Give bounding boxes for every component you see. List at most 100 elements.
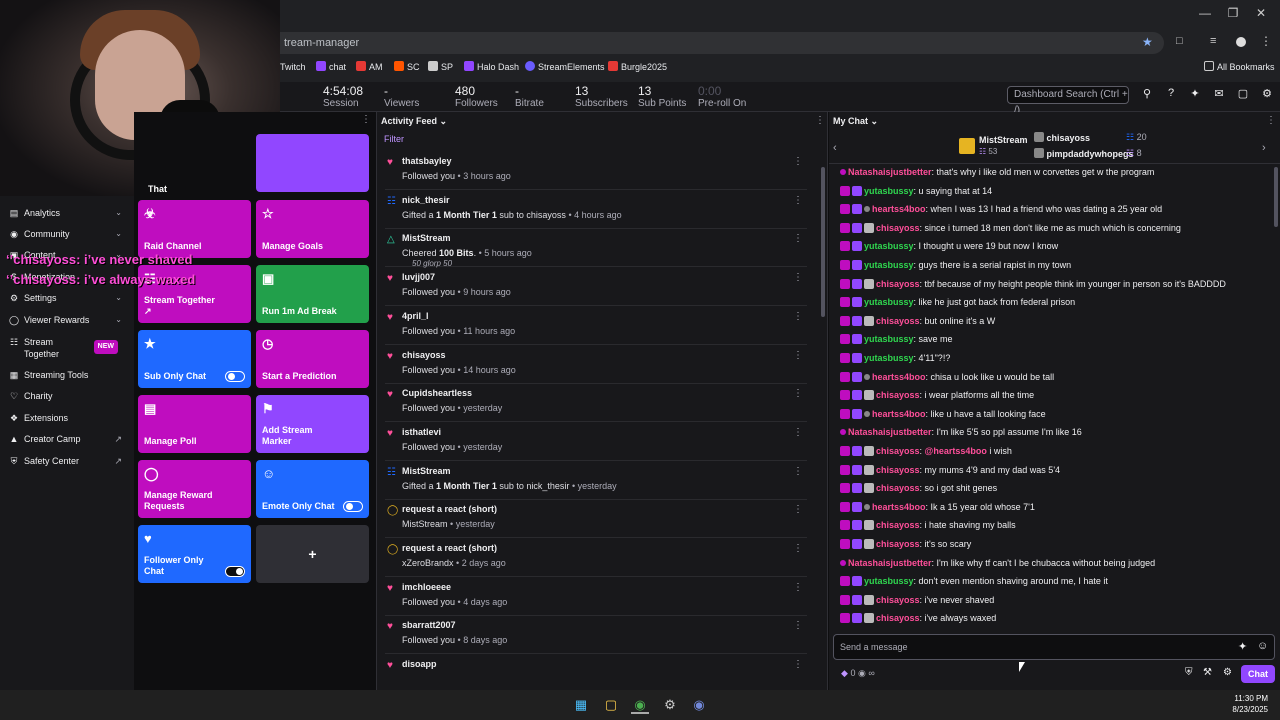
sidebar-item-safety-center[interactable]: ⛨ Safety Center ↗ [8, 452, 126, 470]
chat-message[interactable]: chisayoss: i hate shaving my balls [840, 516, 1016, 534]
chat-message[interactable]: yutasbussy: like he just got back from f… [840, 293, 1075, 311]
chat-username[interactable]: chisayoss [876, 520, 920, 530]
more-options-icon[interactable]: ⋮ [793, 582, 803, 593]
more-options-icon[interactable]: ⋮ [793, 195, 803, 206]
more-options-icon[interactable]: ⋮ [793, 156, 803, 167]
scrollbar[interactable] [821, 167, 825, 317]
chat-input[interactable]: Send a message [833, 634, 1275, 660]
help-icon[interactable]: ? [1164, 87, 1178, 101]
feed-item[interactable]: ♥ imchloeeee Followed you • 4 days ago ⋮ [385, 578, 807, 616]
bookmark-burgle2025[interactable]: Burgle2025 [608, 58, 667, 76]
bookmark-twitch[interactable]: Twitch [280, 58, 306, 76]
more-options-icon[interactable]: ⋮ [793, 620, 803, 631]
minimize-icon[interactable]: — [1198, 6, 1212, 20]
chat-username[interactable]: yutasbussy [864, 353, 914, 363]
feed-item[interactable]: ♥ Cupidsheartless Followed you • yesterday… [385, 384, 807, 423]
shield-icon[interactable]: ⛨ [1185, 667, 1193, 678]
chat-message[interactable]: heartss4boo: chisa u look like u would b… [840, 368, 1054, 386]
chat-message[interactable]: chisayoss: so i got shit genes [840, 479, 997, 497]
chat-send-button[interactable]: Chat [1241, 665, 1275, 683]
restore-icon[interactable]: ❐ [1226, 6, 1240, 20]
chat-message[interactable]: chisayoss: my mums 4'9 and my dad was 5'… [840, 461, 1060, 479]
chat-username[interactable]: chisayoss [876, 595, 920, 605]
chat-message[interactable]: yutasbussy: 4'11"?!? [840, 349, 950, 367]
chat-username[interactable]: chisayoss [876, 223, 920, 233]
emote-only-toggle[interactable] [343, 501, 363, 512]
chat-username[interactable]: chisayoss [876, 613, 920, 623]
emote-only-chat-button[interactable]: ☺ Emote Only Chat [256, 460, 369, 518]
scrollbar[interactable] [1274, 167, 1278, 227]
sidebar-item-streaming-tools[interactable]: ▦ Streaming Tools [8, 366, 126, 384]
chat-message[interactable]: yutasbussy: don't even mention shaving a… [840, 572, 1108, 590]
bookmark-chat[interactable]: chat [316, 58, 346, 76]
feed-item[interactable]: ♥ luvjj007 Followed you • 9 hours ago ⋮ [385, 268, 807, 307]
chat-username[interactable]: Natashaisjustbetter [848, 427, 932, 437]
chat-username[interactable]: chisayoss [876, 316, 920, 326]
chat-message[interactable]: chisayoss: tbf because of my height peop… [840, 275, 1226, 293]
settings-icon[interactable]: ⚙ [1260, 87, 1274, 101]
emote-picker-icon[interactable]: ☺ [1257, 640, 1268, 652]
windows-start-icon[interactable]: ▦ [572, 696, 590, 714]
more-options-icon[interactable]: ⋮ [793, 272, 803, 283]
profile-avatar[interactable] [1236, 37, 1246, 47]
chevron-right-icon[interactable]: › [1262, 142, 1266, 154]
add-stream-marker-button[interactable]: ⚑ Add Stream Marker [256, 395, 369, 453]
sidebar-item-extensions[interactable]: ❖ Extensions [8, 409, 126, 427]
sub-only-chat-button[interactable]: ★ Sub Only Chat [138, 330, 251, 388]
chat-message[interactable]: chisayoss: since i turned 18 men don't l… [840, 219, 1181, 237]
sidebar-item-creator-camp[interactable]: ▲ Creator Camp ↗ [8, 430, 126, 448]
sidebar-item-charity[interactable]: ♡ Charity [8, 387, 126, 405]
chat-message[interactable]: yutasbussy: u saying that at 14 [840, 182, 992, 200]
inbox-icon[interactable]: ✉ [1212, 87, 1226, 101]
chat-message[interactable]: heartss4boo: Ik a 15 year old whose 7'1 [840, 498, 1035, 516]
feed-item[interactable]: ♥ disoapp ⋮ [385, 655, 807, 694]
mod-tools-icon[interactable]: ⚒ [1203, 667, 1212, 678]
chat-message[interactable]: chisayoss: i wear platforms all the time [840, 386, 1034, 404]
magic-icon[interactable]: ✦ [1238, 640, 1247, 653]
bookmark-halo-dash[interactable]: Halo Dash [464, 58, 519, 76]
more-options-icon[interactable]: ⋮ [793, 427, 803, 438]
media-icon[interactable]: ≡ [1210, 35, 1216, 47]
chat-settings-icon[interactable]: ⚙ [1223, 667, 1232, 678]
quick-action-head[interactable]: That [148, 134, 369, 194]
more-options-icon[interactable]: ⋮ [361, 114, 371, 125]
manage-poll-button[interactable]: ▤ Manage Poll [138, 395, 251, 453]
chat-username[interactable]: heartss4boo [872, 204, 926, 214]
feed-item[interactable]: ♥ thatsbayley Followed you • 3 hours ago ⋮ [385, 152, 807, 190]
feed-item[interactable]: △ MistStream Cheered 100 Bits. • 5 hours a… [385, 229, 807, 268]
sidebar-item-viewer-rewards[interactable]: ◯ Viewer Rewards ⌄ [8, 311, 126, 329]
add-action-button[interactable]: + [256, 525, 369, 583]
chat-username[interactable]: chisayoss [876, 390, 920, 400]
channel-points[interactable]: ◆ 0 ◉ ∞ [841, 668, 875, 679]
close-icon[interactable]: ✕ [1254, 6, 1268, 20]
sidebar-item-analytics[interactable]: ▤ Analytics ⌄ [8, 204, 126, 222]
chat-username[interactable]: chisayoss [876, 465, 920, 475]
chat-username[interactable]: Natashaisjustbetter [848, 558, 932, 568]
more-options-icon[interactable]: ⋮ [815, 115, 825, 126]
sidebar-item-stream-together[interactable]: ☷ Stream Together NEW [8, 336, 126, 362]
feed-item[interactable]: ♥ chisayoss Followed you • 14 hours ago ⋮ [385, 346, 807, 384]
more-options-icon[interactable]: ⋮ [793, 350, 803, 361]
chat-username[interactable]: yutasbussy [864, 297, 914, 307]
chat-mention[interactable]: @heartss4boo [925, 446, 987, 456]
manage-reward-requests-button[interactable]: ◯ Manage Reward Requests [138, 460, 251, 518]
chat-message[interactable]: yutasbussy: I thought u were 19 but now … [840, 237, 1058, 255]
bookmark-sp[interactable]: SP [428, 58, 453, 76]
feed-item[interactable]: ☷ MistStream Gifted a 1 Month Tier 1 sub t… [385, 462, 807, 500]
sidebar-item-settings[interactable]: ⚙ Settings ⌄ [8, 289, 126, 307]
feed-item[interactable]: ◯ request a react (short) xZeroBrandx • 2 … [385, 539, 807, 577]
bookmark-am[interactable]: AM [356, 58, 383, 76]
feed-item[interactable]: ☷ nick_thesir Gifted a 1 Month Tier 1 sub … [385, 191, 807, 229]
chat-message[interactable]: Natashaisjustbetter: I'm like 5'5 so ppl… [840, 423, 1082, 441]
chat-username[interactable]: chisayoss [876, 279, 920, 289]
chat-username[interactable]: chisayoss [876, 539, 920, 549]
more-options-icon[interactable]: ⋮ [793, 504, 803, 515]
chat-message[interactable]: Natashaisjustbetter: that's why i like o… [840, 163, 1154, 181]
feed-item[interactable]: ♥ sbarratt2007 Followed you • 8 days ago ⋮ [385, 616, 807, 655]
follower-only-chat-button[interactable]: ♥ Follower Only Chat [138, 525, 251, 583]
file-explorer-icon[interactable]: ▢ [602, 696, 620, 714]
bookmark-streamelements[interactable]: StreamElements [525, 58, 605, 76]
feed-item[interactable]: ♥ isthatlevi Followed you • yesterday ⋮ [385, 423, 807, 461]
more-options-icon[interactable]: ⋮ [793, 466, 803, 477]
chrome-icon[interactable]: ◉ [631, 696, 649, 714]
